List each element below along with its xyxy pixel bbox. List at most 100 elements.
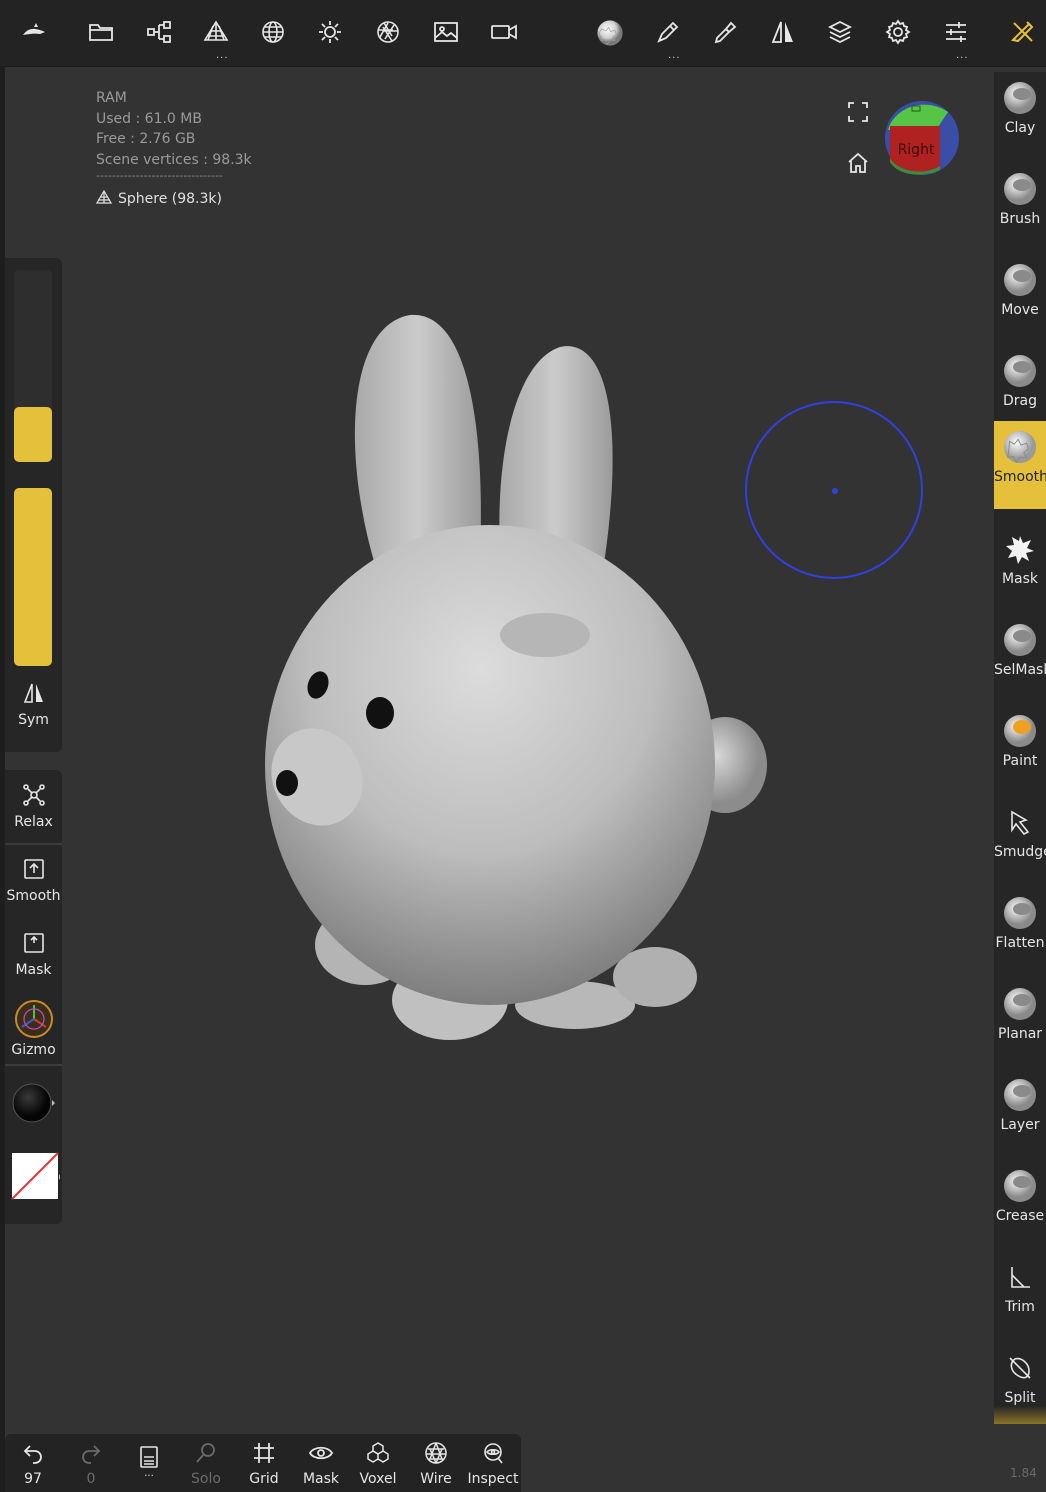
right-tool-label: Mask [1001, 571, 1039, 587]
app-logo-icon[interactable] [16, 14, 52, 50]
topology-more-dots: ... [216, 50, 229, 61]
right-tool-label: Split [1004, 1390, 1036, 1406]
solo-button[interactable]: Solo [177, 1440, 235, 1487]
camera-icon[interactable] [486, 14, 522, 50]
light-icon[interactable] [312, 14, 348, 50]
wireframe-icon [425, 1442, 447, 1464]
layers-icon[interactable] [822, 14, 858, 50]
undo-button[interactable]: 97 [4, 1440, 62, 1487]
smooth-label: Smooth [6, 888, 61, 904]
search-icon [196, 1443, 215, 1463]
right-tool-13[interactable]: Trim [994, 1251, 1046, 1339]
sliders-more-dots: ... [956, 50, 969, 61]
material-preview-button[interactable] [5, 1082, 62, 1124]
inspect-button[interactable]: Inspect [464, 1440, 522, 1487]
material-sphere-icon[interactable] [590, 13, 630, 53]
view-cube[interactable]: Right [884, 100, 960, 176]
right-tool-10[interactable]: Planar [994, 978, 1046, 1066]
right-tool-label: Drag [1002, 393, 1037, 409]
stroke-more-dots: ... [668, 50, 681, 61]
relax-label: Relax [14, 814, 53, 830]
flatten-brush-icon [1002, 895, 1038, 931]
right-tool-12[interactable]: Crease [994, 1160, 1046, 1248]
grid-button[interactable]: Grid [235, 1440, 293, 1487]
brush-center-dot [832, 488, 838, 494]
sym-label: Sym [18, 712, 49, 728]
layer-brush-icon [1002, 1077, 1038, 1113]
right-tool-label: Clay [1004, 120, 1036, 136]
inspect-icon [484, 1443, 503, 1464]
right-tool-5[interactable]: Mask [994, 523, 1046, 611]
symmetry-icon[interactable] [765, 14, 801, 50]
folder-icon[interactable] [83, 14, 119, 50]
paint-brush-icon[interactable] [708, 14, 744, 50]
smooth-icon [23, 859, 44, 879]
settings-gear-icon[interactable] [880, 14, 916, 50]
right-tool-6[interactable]: SelMask [994, 614, 1046, 702]
color-swatch-button[interactable] [5, 1152, 62, 1200]
clay-brush-icon [1002, 80, 1038, 116]
wire-button[interactable]: Wire [407, 1440, 465, 1487]
right-tool-2[interactable]: Move [994, 254, 1046, 342]
scene-graph-icon[interactable] [141, 14, 177, 50]
undo-count: 97 [24, 1471, 42, 1487]
history-more-dots: ... [144, 1468, 154, 1479]
radius-slider-fill [14, 406, 52, 462]
tools-icon[interactable] [1005, 14, 1041, 50]
mesh-topology-icon [95, 189, 113, 208]
ram-used: Used : 61.0 MB [96, 110, 202, 127]
redo-button[interactable]: 0 [62, 1440, 120, 1487]
intensity-slider[interactable] [14, 488, 52, 666]
history-list-icon [140, 1446, 158, 1468]
right-tool-0[interactable]: Clay [994, 72, 1046, 160]
sym-icon [23, 683, 43, 703]
fullscreen-icon[interactable] [846, 100, 870, 124]
gizmo-button[interactable]: Gizmo [5, 1000, 62, 1058]
history-menu-button[interactable]: ... [120, 1440, 178, 1479]
mesh-entry[interactable]: Sphere (98.3k) [95, 189, 222, 208]
solo-label: Solo [191, 1471, 221, 1487]
home-icon[interactable] [846, 151, 870, 175]
right-tool-label: SelMask [994, 662, 1046, 678]
brush-icon [1002, 171, 1038, 207]
smooth-button[interactable]: Smooth [5, 854, 62, 904]
right-tool-4[interactable]: Smooth [994, 421, 1046, 509]
right-tool-8[interactable]: Smudge [994, 796, 1046, 884]
right-tool-9[interactable]: Flatten [994, 887, 1046, 975]
sphere-wire-icon[interactable] [255, 14, 291, 50]
matcap-sphere-icon [12, 1083, 55, 1123]
crease-brush-icon [1002, 1168, 1038, 1204]
mask-toggle-label: Mask [302, 1471, 340, 1487]
trim-icon [1002, 1259, 1038, 1295]
right-tool-label: Crease [995, 1208, 1045, 1224]
relax-button[interactable]: Relax [5, 780, 62, 830]
right-tool-label: Flatten [995, 935, 1045, 951]
gizmo-label: Gizmo [11, 1042, 56, 1058]
topology-icon[interactable] [198, 14, 234, 50]
aperture-icon[interactable] [370, 14, 406, 50]
right-tool-1[interactable]: Brush [994, 163, 1046, 251]
stroke-icon[interactable] [650, 14, 686, 50]
sculpt-model-bunny[interactable] [255, 305, 775, 1045]
relax-icon [22, 784, 45, 806]
right-tool-11[interactable]: Layer [994, 1069, 1046, 1157]
image-icon[interactable] [428, 14, 464, 50]
split-icon [1002, 1350, 1038, 1386]
planar-brush-icon [1002, 986, 1038, 1022]
mask-toggle-button[interactable]: Mask [292, 1440, 350, 1487]
sym-button[interactable]: Sym [5, 678, 62, 728]
undo-icon [23, 1445, 42, 1464]
mask-button[interactable]: Mask [5, 928, 62, 978]
right-tool-label: Move [1001, 302, 1039, 318]
grid-label: Grid [249, 1471, 279, 1487]
right-tool-3[interactable]: Drag [994, 345, 1046, 433]
ram-label: RAM [96, 90, 127, 106]
radius-slider[interactable] [14, 270, 52, 462]
view-cube-face-label: Right [897, 142, 935, 158]
right-tool-7[interactable]: Paint [994, 705, 1046, 793]
redo-icon [82, 1445, 101, 1464]
voxel-button[interactable]: Voxel [349, 1440, 407, 1487]
left-panel-divider [5, 1064, 62, 1066]
right-tool-label: Smooth [994, 469, 1046, 485]
sliders-icon[interactable] [938, 14, 974, 50]
